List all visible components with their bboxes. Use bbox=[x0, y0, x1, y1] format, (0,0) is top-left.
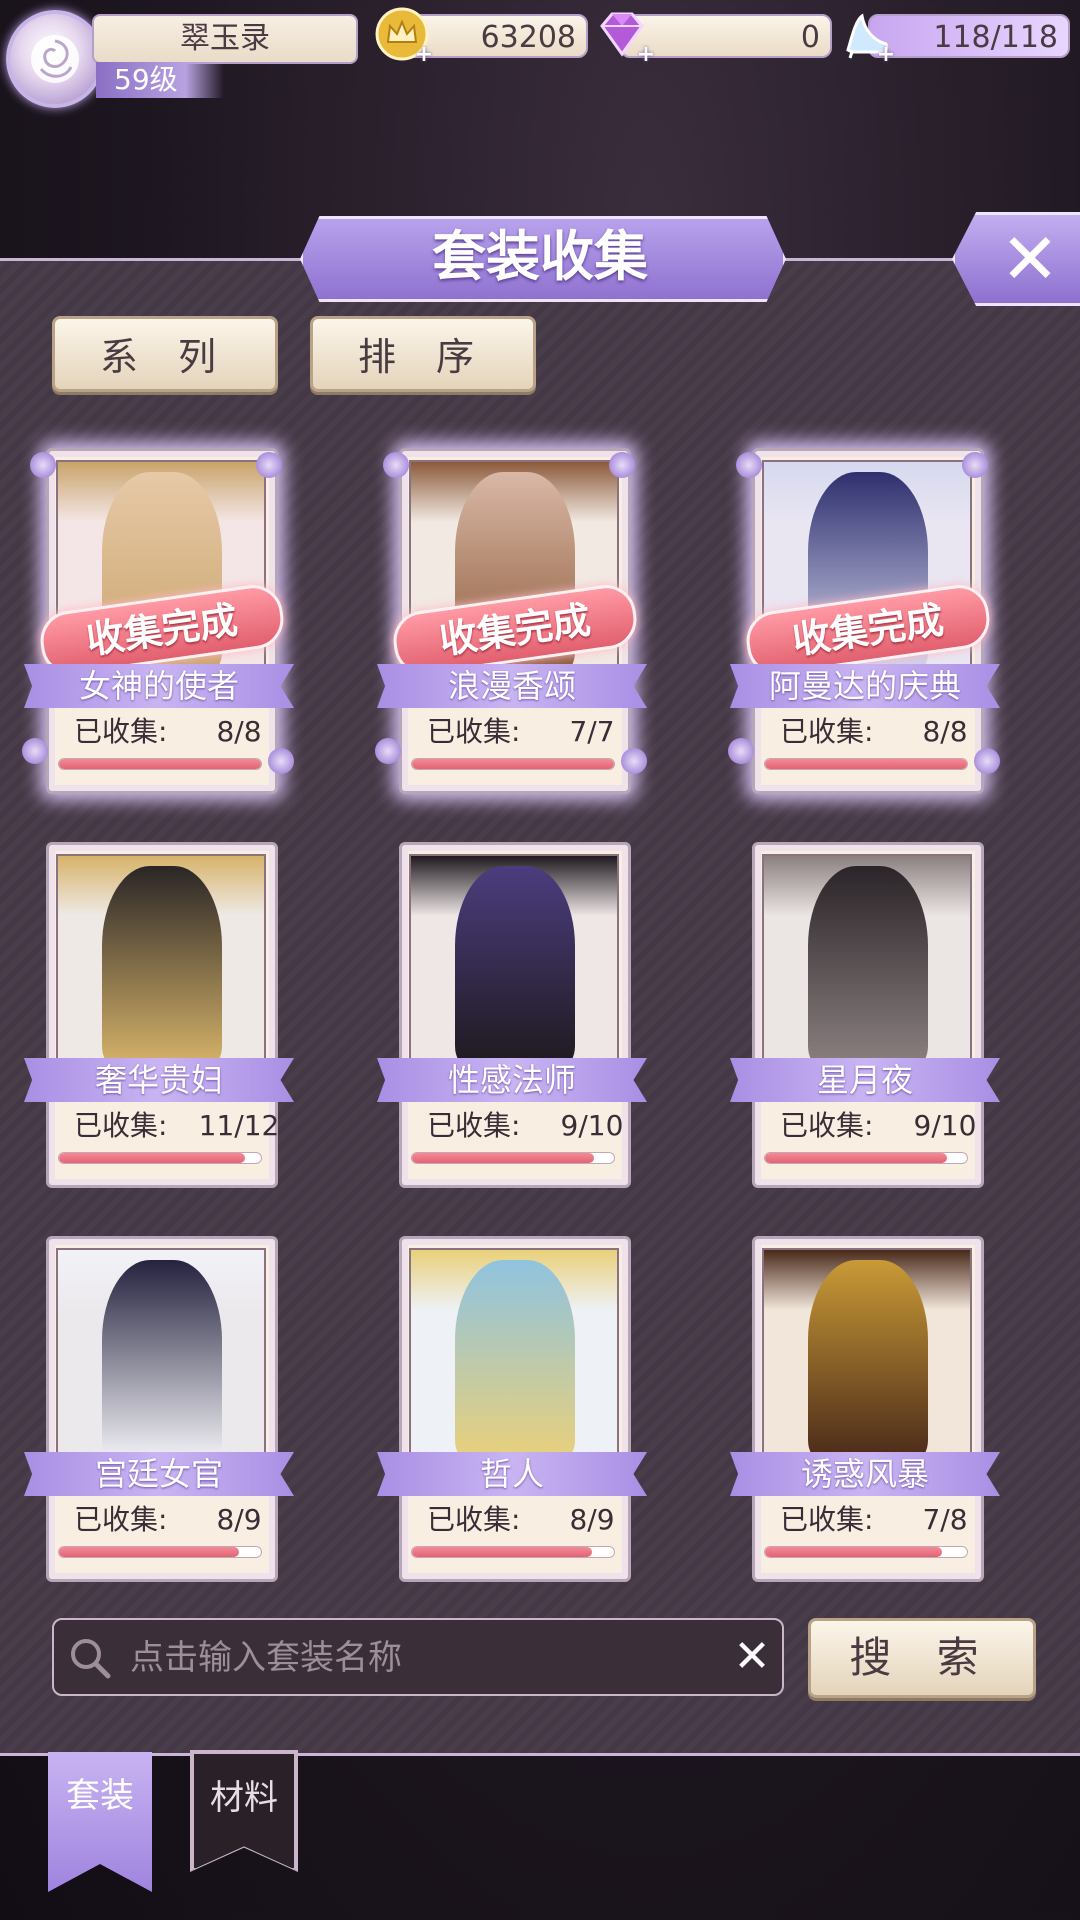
suit-name: 女神的使者 bbox=[24, 664, 294, 708]
page-title: 套装收集 bbox=[432, 224, 648, 288]
suit-name: 性感法师 bbox=[377, 1058, 647, 1102]
rose-decoration-icon bbox=[22, 738, 48, 764]
rose-decoration-icon bbox=[974, 748, 1000, 774]
collected-label: 已收集: bbox=[74, 1109, 168, 1142]
collected-count: 9/10 bbox=[913, 1109, 977, 1142]
clear-search-icon[interactable]: ✕ bbox=[724, 1628, 780, 1686]
progress-fill bbox=[412, 759, 614, 769]
suit-card[interactable]: 哲人 已收集: 8/9 bbox=[377, 1236, 647, 1584]
collected-label: 已收集: bbox=[74, 1503, 168, 1536]
progress-bar bbox=[58, 1152, 262, 1164]
search-input[interactable] bbox=[128, 1620, 692, 1696]
rose-icon bbox=[31, 35, 79, 83]
rose-decoration-icon bbox=[621, 748, 647, 774]
suit-artwork bbox=[409, 1248, 619, 1457]
progress-bar bbox=[58, 758, 262, 770]
sort-button[interactable]: 排 序 bbox=[310, 316, 536, 392]
suit-artwork bbox=[56, 854, 266, 1063]
search-button[interactable]: 搜 索 bbox=[808, 1618, 1036, 1698]
search-icon bbox=[71, 1639, 111, 1679]
suit-name: 诱惑风暴 bbox=[730, 1452, 1000, 1496]
rose-decoration-icon bbox=[375, 738, 401, 764]
tab-suits-label: 套装 bbox=[66, 1776, 134, 1816]
progress-bar bbox=[764, 758, 968, 770]
player-avatar[interactable] bbox=[6, 10, 104, 108]
progress-fill bbox=[412, 1547, 592, 1557]
collected-count: 11/12 bbox=[198, 1109, 280, 1142]
progress-bar bbox=[764, 1152, 968, 1164]
suit-name: 奢华贵妇 bbox=[24, 1058, 294, 1102]
collected-label: 已收集: bbox=[74, 715, 168, 748]
rose-decoration-icon bbox=[383, 452, 409, 478]
suit-card[interactable]: 收集完成 浪漫香颂 已收集: 7/7 bbox=[375, 448, 647, 796]
collected-count: 8/9 bbox=[569, 1503, 615, 1536]
collected-label: 已收集: bbox=[780, 715, 874, 748]
suit-name: 哲人 bbox=[377, 1452, 647, 1496]
player-level: 59级 bbox=[96, 62, 224, 98]
progress-bar bbox=[411, 1546, 615, 1558]
suit-name: 宫廷女官 bbox=[24, 1452, 294, 1496]
collected-count: 8/8 bbox=[216, 715, 262, 748]
close-icon: ✕ bbox=[1000, 218, 1060, 300]
progress-fill bbox=[765, 1153, 947, 1163]
suit-name: 星月夜 bbox=[730, 1058, 1000, 1102]
tab-materials[interactable]: 材料 bbox=[192, 1752, 296, 1870]
suit-artwork bbox=[762, 854, 972, 1063]
suit-card[interactable]: 诱惑风暴 已收集: 7/8 bbox=[730, 1236, 1000, 1584]
progress-fill bbox=[59, 759, 261, 769]
collected-label: 已收集: bbox=[427, 1109, 521, 1142]
add-gold-icon[interactable]: + bbox=[414, 44, 434, 66]
suit-card[interactable]: 奢华贵妇 已收集: 11/12 bbox=[24, 842, 294, 1190]
progress-fill bbox=[412, 1153, 594, 1163]
collected-count: 7/8 bbox=[922, 1503, 968, 1536]
suit-card[interactable]: 性感法师 已收集: 9/10 bbox=[377, 842, 647, 1190]
progress-bar bbox=[411, 758, 615, 770]
progress-fill bbox=[59, 1153, 245, 1163]
stamina-counter: 118/118 bbox=[868, 14, 1070, 58]
add-diamond-icon[interactable]: + bbox=[636, 44, 656, 66]
rose-decoration-icon bbox=[962, 452, 988, 478]
search-bar: ✕ bbox=[52, 1618, 784, 1696]
suit-card[interactable]: 宫廷女官 已收集: 8/9 bbox=[24, 1236, 294, 1584]
close-button[interactable]: ✕ bbox=[952, 212, 1080, 306]
tab-suits[interactable]: 套装 bbox=[48, 1752, 152, 1892]
progress-fill bbox=[765, 759, 967, 769]
collected-count: 9/10 bbox=[560, 1109, 624, 1142]
collected-count: 7/7 bbox=[569, 715, 615, 748]
collected-label: 已收集: bbox=[780, 1503, 874, 1536]
collected-label: 已收集: bbox=[427, 1503, 521, 1536]
collected-count: 8/9 bbox=[216, 1503, 262, 1536]
tab-materials-label: 材料 bbox=[210, 1778, 278, 1818]
progress-fill bbox=[59, 1547, 239, 1557]
rose-decoration-icon bbox=[30, 452, 56, 478]
progress-bar bbox=[58, 1546, 262, 1558]
rose-decoration-icon bbox=[609, 452, 635, 478]
add-stamina-icon[interactable]: + bbox=[876, 44, 896, 66]
rose-decoration-icon bbox=[736, 452, 762, 478]
player-name: 翠玉录 bbox=[92, 14, 358, 64]
rose-decoration-icon bbox=[728, 738, 754, 764]
suit-card[interactable]: 收集完成 阿曼达的庆典 已收集: 8/8 bbox=[728, 448, 1000, 796]
collected-label: 已收集: bbox=[780, 1109, 874, 1142]
suit-card[interactable]: 星月夜 已收集: 9/10 bbox=[730, 842, 1000, 1190]
suit-artwork bbox=[56, 1248, 266, 1457]
rose-decoration-icon bbox=[268, 748, 294, 774]
suit-name: 阿曼达的庆典 bbox=[730, 664, 1000, 708]
suit-artwork bbox=[409, 854, 619, 1063]
collected-count: 8/8 bbox=[922, 715, 968, 748]
suit-name: 浪漫香颂 bbox=[377, 664, 647, 708]
progress-fill bbox=[765, 1547, 942, 1557]
rose-decoration-icon bbox=[256, 452, 282, 478]
suit-card[interactable]: 收集完成 女神的使者 已收集: 8/8 bbox=[22, 448, 294, 796]
progress-bar bbox=[764, 1546, 968, 1558]
series-filter-button[interactable]: 系 列 bbox=[52, 316, 278, 392]
progress-bar bbox=[411, 1152, 615, 1164]
suit-artwork bbox=[762, 1248, 972, 1457]
collected-label: 已收集: bbox=[427, 715, 521, 748]
